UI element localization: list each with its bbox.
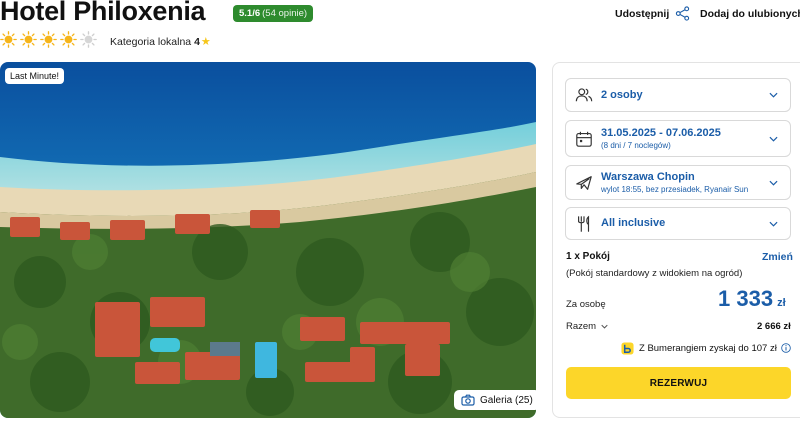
chevron-down-icon [769, 92, 778, 98]
sun-icon [40, 31, 57, 48]
reserve-button[interactable]: REZERWUJ [566, 367, 791, 399]
calendar-icon [576, 131, 592, 147]
hotel-photo[interactable] [0, 62, 536, 418]
persons-value: 2 osoby [601, 89, 643, 101]
chevron-down-icon [769, 221, 778, 227]
per-person-label: Za osobę [566, 299, 606, 310]
price-currency: zł [777, 297, 786, 309]
price-value: 1 333 [718, 286, 774, 311]
sun-icon [60, 31, 77, 48]
departure-selector[interactable]: Warszawa Chopin wylot 18:55, bez przesia… [565, 165, 791, 200]
gallery-button[interactable]: Galeria (25) [454, 390, 540, 410]
share-label: Udostępnij [615, 7, 670, 20]
favorites-label: Dodaj do ulubionych [700, 7, 800, 20]
share-button[interactable]: Udostępnij [615, 6, 690, 21]
chevron-down-icon [769, 136, 778, 142]
sun-rating [0, 31, 97, 49]
total-value: 2 666 zł [757, 321, 791, 332]
star-icon: ★ [200, 36, 211, 48]
review-count: (54 opinie) [262, 8, 308, 19]
persons-selector[interactable]: 2 osoby [565, 78, 791, 112]
chevron-down-icon [769, 180, 778, 186]
bumerang-text: Z Bumerangiem zyskaj do 107 zł [639, 343, 777, 354]
sun-empty-icon [80, 31, 97, 48]
hotel-title: Hotel Philoxenia [0, 0, 206, 26]
room-description: (Pokój standardowy z widokiem na ogród) [566, 268, 743, 279]
plane-icon [576, 175, 592, 190]
camera-icon [461, 394, 475, 406]
last-minute-badge: Last Minute! [5, 68, 65, 84]
total-toggle[interactable]: Razem [566, 321, 608, 332]
bumerang-info: Z Bumerangiem zyskaj do 107 zł [621, 342, 777, 355]
sun-icon [20, 31, 37, 48]
info-icon[interactable] [781, 343, 791, 353]
local-category-value: 4 [194, 36, 200, 48]
gallery-label: Galeria (25) [480, 394, 533, 406]
sun-icon [0, 31, 17, 48]
departure-airport: Warszawa Chopin [601, 171, 695, 183]
board-selector[interactable]: All inclusive [565, 207, 791, 240]
dates-duration: (8 dni / 7 noclegów) [601, 141, 671, 150]
dates-value: 31.05.2025 - 07.06.2025 [601, 127, 721, 139]
booking-panel [552, 62, 800, 418]
departure-details: wylot 18:55, bez przesiadek, Ryanair Sun [601, 185, 749, 194]
dates-selector[interactable]: 31.05.2025 - 07.06.2025 (8 dni / 7 nocle… [565, 120, 791, 157]
share-icon [676, 6, 690, 21]
total-label: Razem [566, 321, 597, 332]
people-icon [575, 88, 593, 102]
local-category: Kategoria lokalna 4★ [110, 35, 211, 48]
rating-score: 5.1/6 [239, 8, 261, 19]
price-per-person: 1 333 zł [718, 286, 786, 312]
bumerang-logo-icon [621, 342, 634, 355]
chevron-down-icon [601, 324, 608, 329]
rating-badge[interactable]: 5.1/6 (54 opinie) [233, 5, 314, 22]
add-to-favorites-button[interactable]: Dodaj do ulubionych [700, 6, 800, 21]
local-category-label: Kategoria lokalna [110, 36, 192, 48]
cutlery-icon [578, 215, 590, 232]
board-value: All inclusive [601, 217, 666, 229]
room-count: 1 x Pokój [566, 251, 610, 262]
change-room-link[interactable]: Zmień [762, 251, 793, 263]
